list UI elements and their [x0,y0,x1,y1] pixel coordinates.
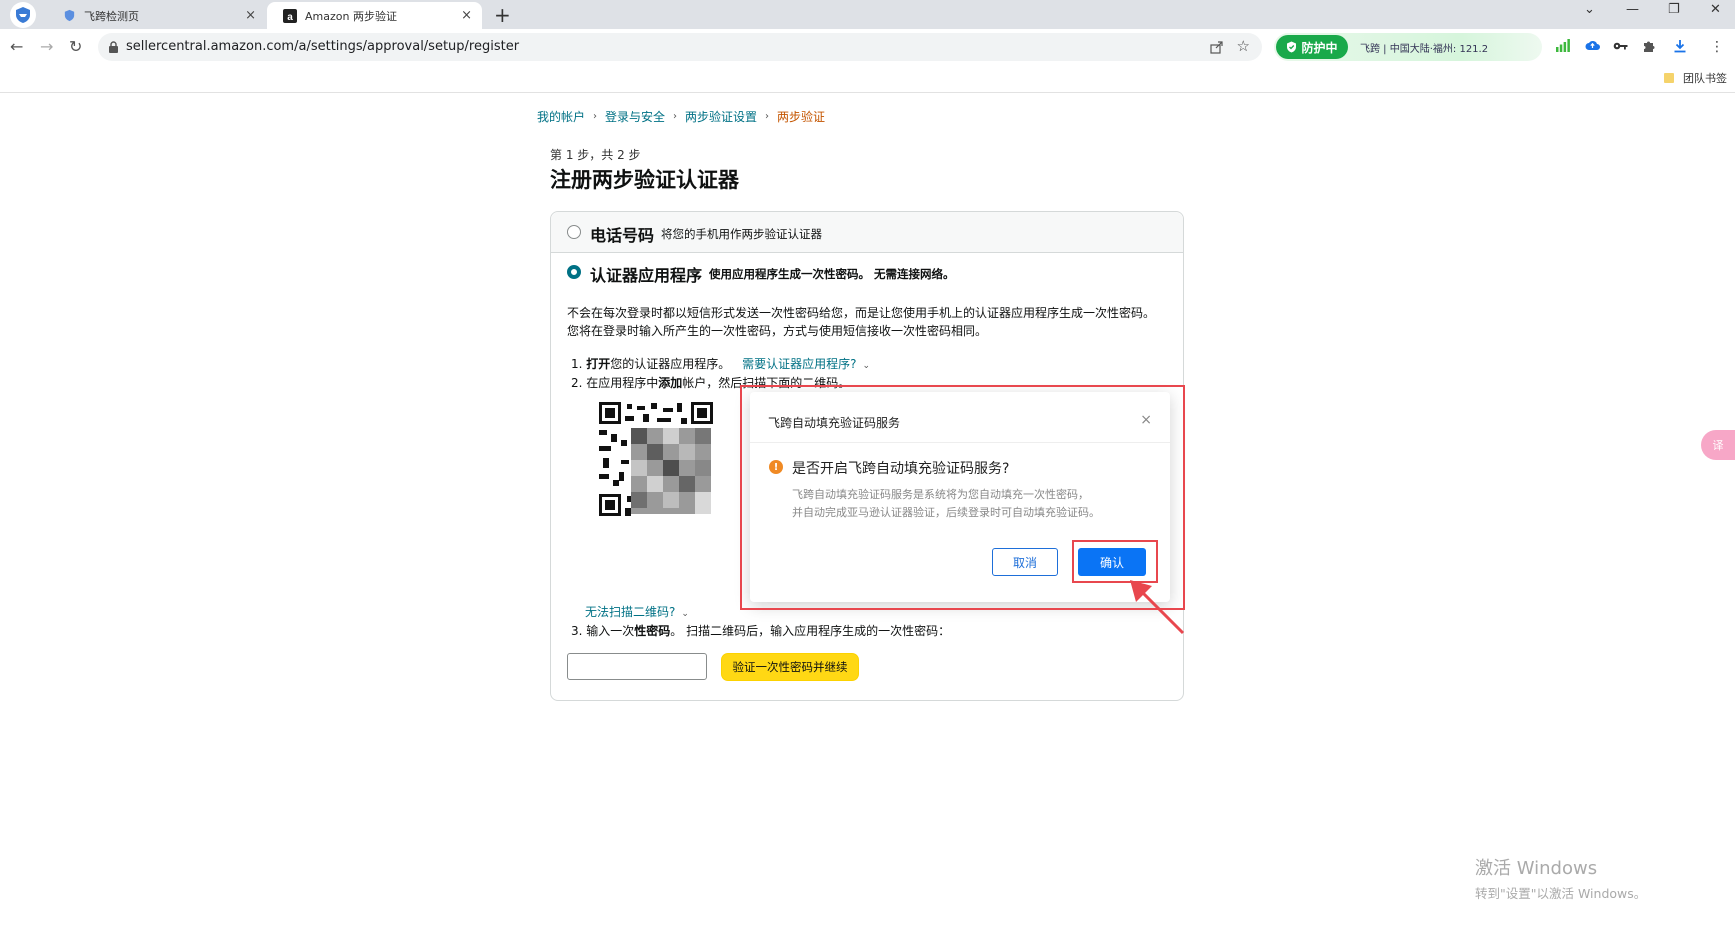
highlight-box-confirm [1072,540,1158,583]
windows-activation-watermark: 激活 Windows 转到"设置"以激活 Windows。 [1475,854,1646,902]
restore-icon[interactable]: ❐ [1668,2,1680,17]
breadcrumb-separator: › [765,111,770,122]
menu-kebab-icon[interactable]: ⋮ [1710,39,1724,55]
step-1-text: 您的认证器应用程序。 [610,357,731,371]
extensions-puzzle-icon[interactable] [1642,39,1656,57]
need-authenticator-link[interactable]: 需要认证器应用程序? [742,357,856,371]
breadcrumb-current: 两步验证 [777,110,826,124]
svg-text:a: a [287,12,293,23]
ip-location-text: 飞跨 | 中国大陆·福州: 121.2 [1360,44,1489,55]
share-icon[interactable] [1210,39,1224,58]
protection-status-text: 防护中 [1301,40,1338,55]
protection-extension[interactable]: 防护中 飞跨 | 中国大陆·福州: 121.2 [1274,33,1542,61]
bookmark-folder-team[interactable]: 团队书签 [1664,70,1727,86]
amazon-icon: a [283,8,297,23]
explanation-text: 不会在每次登录时都以短信形式发送一次性密码给您，而是让您使用手机上的认证器应用程… [567,306,1156,338]
otp-input[interactable] [567,653,707,680]
protection-status-badge[interactable]: 防护中 [1276,35,1348,59]
tab-search-icon[interactable]: ⌄ [1584,2,1595,17]
cant-scan-qr-link[interactable]: 无法扫描二维码? ⌄ [585,603,689,620]
folder-icon [1664,73,1674,83]
key-icon[interactable] [1613,39,1628,55]
address-bar[interactable]: sellercentral.amazon.com/a/settings/appr… [98,33,1262,61]
app-radio[interactable] [567,265,581,279]
browser-toolbar: ← → ↻ sellercentral.amazon.com/a/setting… [0,29,1735,65]
cant-scan-text[interactable]: 无法扫描二维码? [585,605,675,619]
tab-title: Amazon 两步验证 [305,9,397,23]
bookmark-label: 团队书签 [1683,72,1727,85]
bookmark-star-icon[interactable]: ☆ [1237,37,1250,55]
step-indicator: 第 1 步，共 2 步 [550,148,641,162]
tab-close-icon[interactable]: × [461,8,472,23]
app-option-label[interactable]: 认证器应用程序 [590,262,702,286]
step-2-prefix: 2. 在应用程序中 [571,376,659,390]
chevron-down-icon[interactable]: ⌄ [863,361,871,371]
qr-code-image [597,400,715,518]
tab-feikua-check[interactable]: 飞跨检测页 × [46,2,266,29]
step-3-bold: 性密码 [634,624,671,638]
translate-float-button[interactable]: 译 [1701,430,1735,460]
breadcrumb-separator: › [673,111,678,122]
breadcrumb-2sv-settings[interactable]: 两步验证设置 [685,108,757,125]
tab-title: 飞跨检测页 [84,9,139,23]
page-title: 注册两步验证认证器 [550,168,739,192]
forward-icon[interactable]: → [40,37,53,56]
breadcrumb-my-account[interactable]: 我的帐户 [537,108,585,125]
minimize-icon[interactable]: — [1626,2,1639,17]
lock-icon[interactable] [108,39,119,58]
pointer-arrow-icon [1130,580,1185,635]
shield-check-icon [1287,41,1297,53]
breadcrumb: 我的帐户 › 登录与安全 › 两步验证设置 › 两步验证 [537,108,825,125]
download-icon[interactable] [1673,39,1687,57]
tab-bar: 飞跨检测页 × a Amazon 两步验证 × + ⌄ — ❐ ✕ [0,0,1735,29]
tab-close-icon[interactable]: × [245,8,256,23]
bookmarks-bar: 团队书签 [0,65,1735,93]
reload-icon[interactable]: ↻ [69,37,82,56]
step-1-bold: 打开 [586,357,611,371]
watermark-line-1: 激活 Windows [1475,858,1598,879]
option-phone-row[interactable]: 电话号码 将您的手机用作两步验证认证器 [551,212,1183,253]
step-1-prefix: 1. [571,357,587,371]
step-3-prefix: 3. 输入一次 [571,624,635,638]
watermark-line-2: 转到"设置"以激活 Windows。 [1475,886,1647,901]
step-3-text: 。 扫描二维码后，输入应用程序生成的一次性密码： [670,624,951,638]
step-3: 3. 输入一次性密码。 扫描二维码后，输入应用程序生成的一次性密码： [571,622,950,639]
window-close-icon[interactable]: ✕ [1710,2,1721,17]
back-icon[interactable]: ← [10,37,23,56]
signal-icon[interactable] [1556,39,1570,56]
new-tab-button[interactable]: + [494,3,511,27]
shield-icon [62,9,76,23]
url-text[interactable]: sellercentral.amazon.com/a/settings/appr… [126,39,519,54]
verify-otp-button[interactable]: 验证一次性密码并继续 [721,653,859,681]
app-option-desc: 使用应用程序生成一次性密码。 无需连接网络。 [709,267,955,281]
breadcrumb-separator: › [593,111,598,122]
cloud-upload-icon[interactable] [1585,39,1600,55]
breadcrumb-login-security[interactable]: 登录与安全 [605,108,665,125]
phone-radio[interactable] [567,225,581,239]
phone-option-desc: 将您的手机用作两步验证认证器 [661,227,822,241]
chevron-down-icon[interactable]: ⌄ [681,609,689,619]
browser-logo-icon[interactable] [10,2,36,28]
tab-amazon-2sv[interactable]: a Amazon 两步验证 × [267,2,482,29]
phone-option-label: 电话号码 [590,226,655,245]
step-2-bold: 添加 [658,376,683,390]
step-1: 1. 打开您的认证器应用程序。 需要认证器应用程序? ⌄ [571,355,870,372]
